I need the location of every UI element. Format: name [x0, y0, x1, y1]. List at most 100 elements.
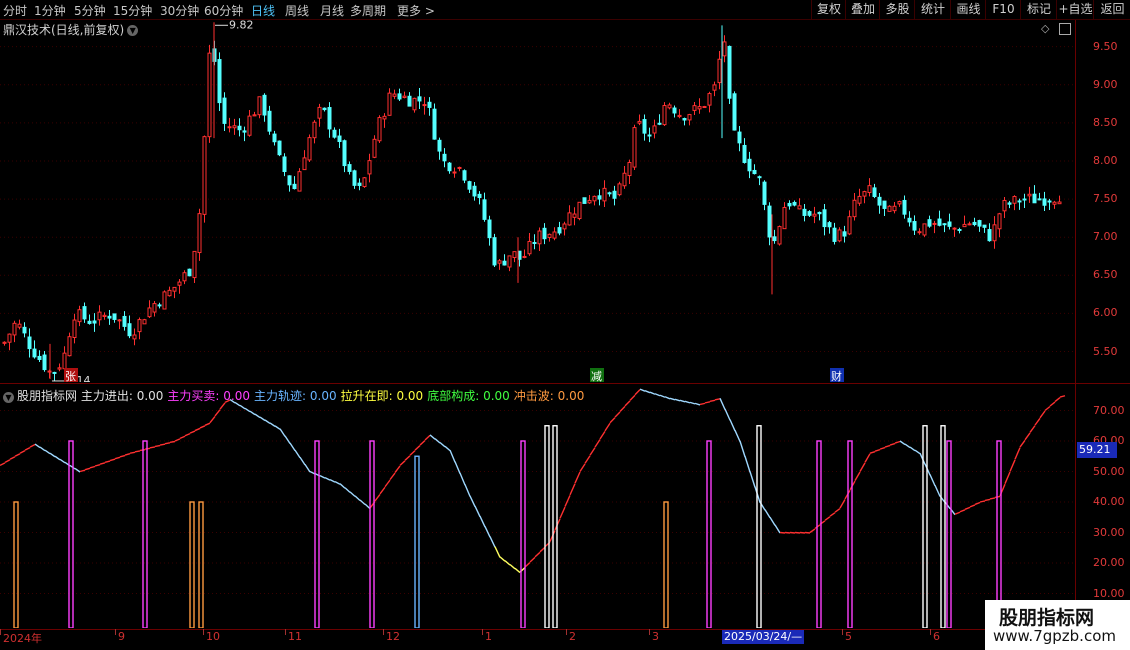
candle: [962, 215, 967, 228]
date-tick: 11: [288, 630, 302, 643]
indicator-line-segment: [104, 460, 111, 464]
indicator-line-segment: [524, 561, 531, 568]
toolbar-button[interactable]: 复权: [811, 0, 846, 19]
candlestick-chart[interactable]: 9.825.14张减财: [0, 20, 1075, 382]
indicator-line-segment: [279, 428, 286, 437]
indicator-line-segment: [744, 456, 751, 473]
candle: [722, 35, 727, 63]
candle: [127, 315, 132, 339]
candle: [52, 371, 57, 382]
event-marker[interactable]: 减: [590, 368, 604, 382]
candle: [522, 249, 527, 259]
candle: [597, 189, 602, 206]
toolbar-button[interactable]: 返回: [1093, 0, 1130, 19]
indicator-tick: 70.00: [1093, 403, 1125, 417]
candle: [2, 341, 7, 346]
indicator-line-segment: [219, 402, 226, 410]
indicator-chart[interactable]: [0, 384, 1075, 628]
indicator-line-segment: [734, 430, 741, 442]
period-tab[interactable]: 更多 >: [397, 2, 435, 19]
candle: [142, 318, 147, 325]
indicator-line-segment: [609, 417, 616, 424]
date-tick-mark: [203, 629, 204, 635]
candle: [417, 88, 422, 109]
candle: [777, 225, 782, 246]
indicator-line-segment: [44, 449, 51, 455]
candle: [437, 137, 442, 160]
candle: [112, 313, 117, 323]
indicator-line-segment: [304, 463, 311, 473]
candle: [82, 302, 87, 323]
candle: [12, 320, 17, 343]
indicator-line-segment: [379, 486, 386, 495]
axis-separator: [1075, 20, 1076, 650]
candle: [42, 350, 47, 372]
toolbar-button[interactable]: 画线: [950, 0, 986, 19]
candle: [427, 97, 432, 116]
candle: [482, 192, 487, 222]
indicator-line-segment: [614, 411, 621, 418]
indicator-line-segment: [354, 495, 361, 501]
candle: [202, 135, 207, 223]
event-marker[interactable]: 财: [830, 368, 844, 382]
period-tab[interactable]: 日线: [251, 2, 275, 19]
candle: [957, 227, 962, 234]
toolbar-button[interactable]: 统计: [914, 0, 951, 19]
indicator-line-segment: [984, 498, 991, 502]
candle: [152, 301, 157, 317]
period-tab[interactable]: 周线: [285, 2, 309, 19]
date-highlight: 2025/03/24/—: [722, 630, 805, 644]
toolbar-button[interactable]: 多股: [879, 0, 915, 19]
period-tab[interactable]: 15分钟: [113, 2, 152, 19]
indicator-line-segment: [384, 479, 391, 488]
candle: [207, 44, 212, 143]
indicator-line-segment: [1004, 471, 1011, 484]
indicator-line-segment: [269, 422, 276, 427]
period-tab[interactable]: 60分钟: [204, 2, 243, 19]
period-tab[interactable]: 分时: [3, 2, 27, 19]
price-tick: 5.50: [1093, 344, 1118, 358]
candle: [752, 164, 757, 175]
event-marker[interactable]: 张: [64, 368, 78, 382]
indicator-line-segment: [264, 419, 271, 425]
indicator-line-segment: [319, 474, 326, 479]
price-tick: 8.50: [1093, 115, 1118, 129]
toolbar-button[interactable]: 叠加: [845, 0, 880, 19]
candle: [787, 200, 792, 210]
indicator-line-segment: [154, 444, 161, 448]
toolbar-button[interactable]: 标记: [1020, 0, 1057, 19]
indicator-line-segment: [699, 402, 706, 406]
indicator-line-segment: [389, 472, 396, 481]
period-tab[interactable]: 5分钟: [74, 2, 106, 19]
indicator-line-segment: [589, 447, 596, 456]
indicator-line-segment: [294, 449, 301, 459]
indicator-line-segment: [209, 415, 216, 424]
indicator-line-segment: [749, 471, 756, 488]
indicator-line-segment: [344, 487, 351, 493]
price-tick: 9.50: [1093, 39, 1118, 53]
candle: [277, 140, 282, 157]
period-tab[interactable]: 1分钟: [34, 2, 66, 19]
indicator-line-segment: [514, 567, 521, 574]
indicator-line-segment: [444, 445, 451, 452]
candle: [472, 182, 477, 201]
candle: [407, 92, 412, 107]
period-tab[interactable]: 月线: [320, 2, 344, 19]
candle: [682, 117, 687, 126]
toolbar-button[interactable]: F10: [985, 0, 1021, 19]
period-tab[interactable]: 多周期: [350, 2, 386, 19]
period-tab[interactable]: 30分钟: [160, 2, 199, 19]
candle: [457, 166, 462, 172]
candle: [392, 89, 397, 100]
candle: [377, 115, 382, 143]
candle: [747, 151, 752, 179]
candle: [192, 250, 197, 284]
candle: [577, 201, 582, 221]
indicator-line-segment: [509, 563, 516, 570]
toolbar-button[interactable]: +自选: [1056, 0, 1094, 19]
indicator-line-segment: [669, 397, 676, 401]
indicator-line-segment: [534, 551, 541, 558]
candle: [497, 258, 502, 270]
candle: [617, 181, 622, 197]
candle: [302, 150, 307, 171]
